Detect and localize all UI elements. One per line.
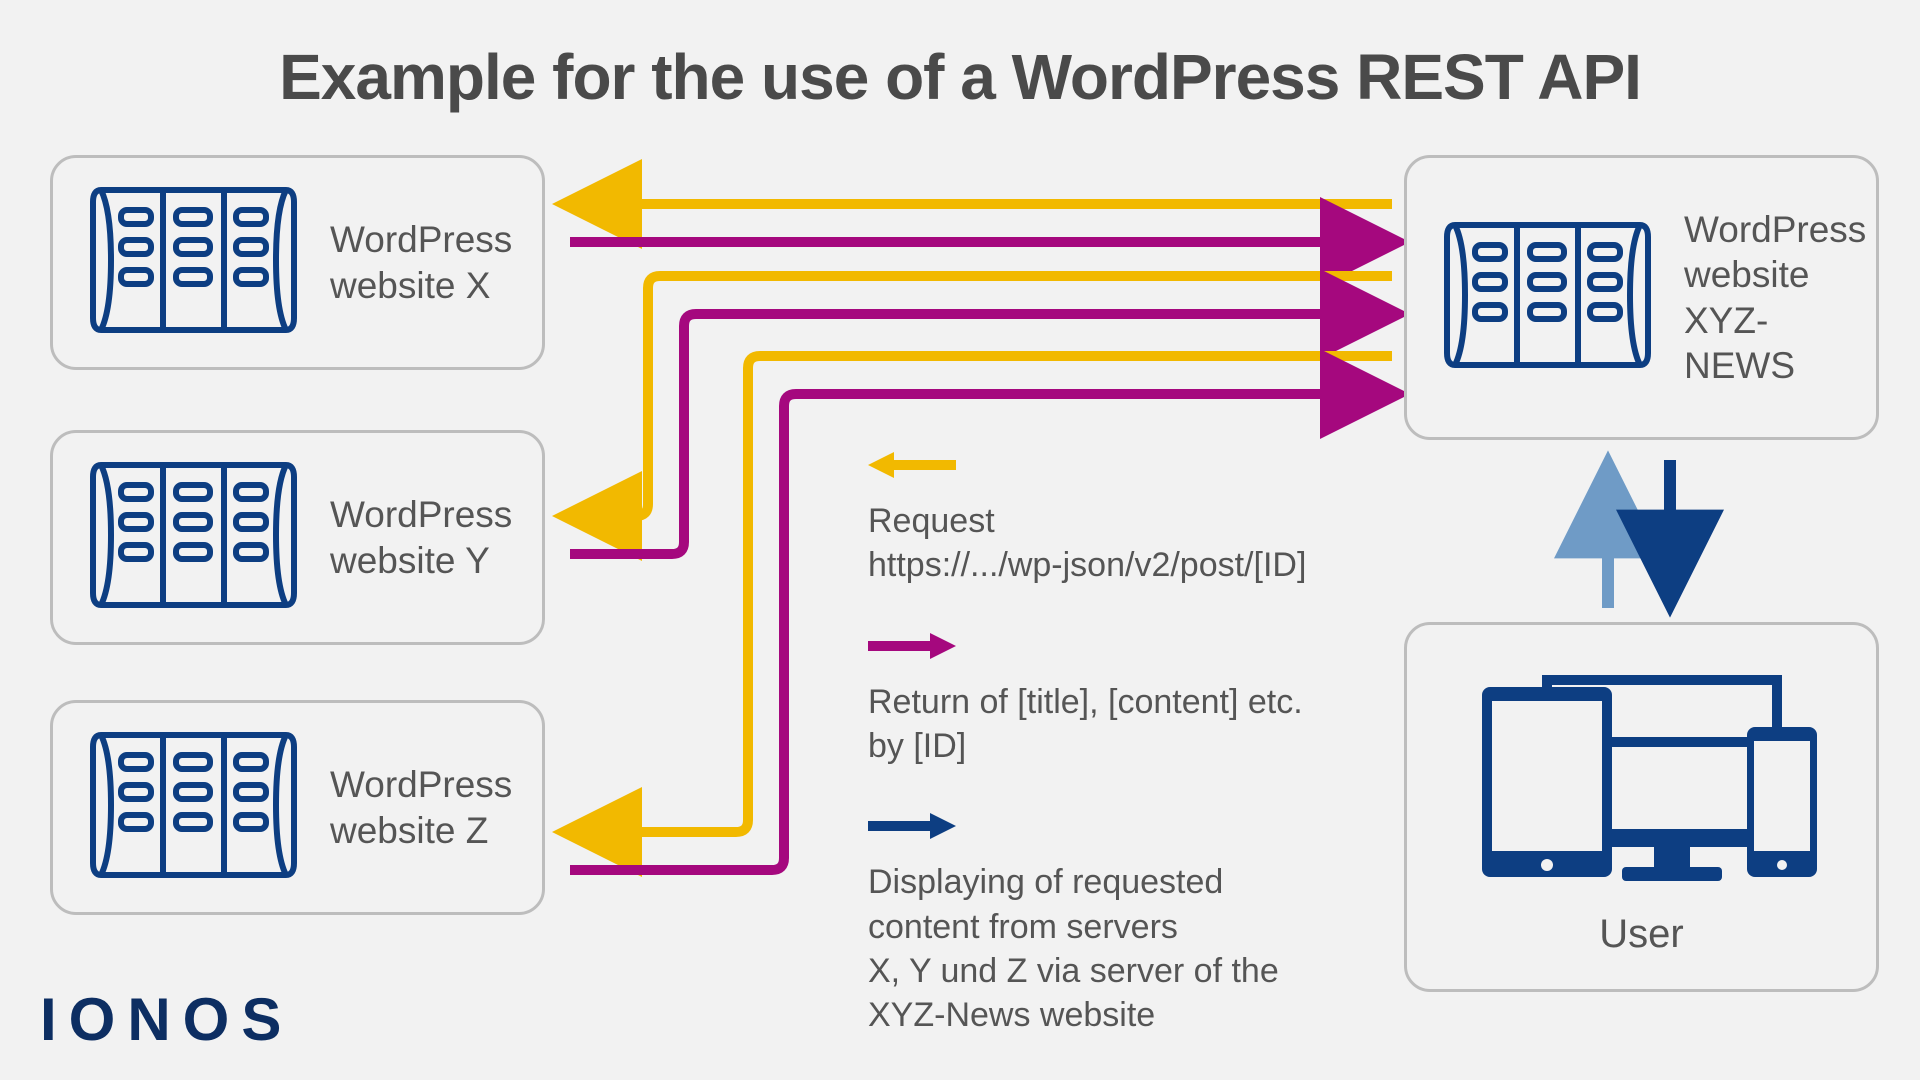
legend-request: Request https://.../wp-json/v2/post/[ID] [868, 445, 1388, 588]
node-label: WordPress website X [330, 217, 514, 307]
server-icon [81, 180, 306, 345]
server-icon [81, 455, 306, 620]
node-wordpress-xyz: WordPress website XYZ-NEWS [1404, 155, 1879, 440]
node-user: User [1404, 622, 1879, 992]
diagram-title: Example for the use of a WordPress REST … [0, 40, 1920, 114]
node-label: WordPress website Y [330, 492, 514, 582]
legend-text: Request https://.../wp-json/v2/post/[ID] [868, 499, 1388, 587]
diagram-canvas: Example for the use of a WordPress REST … [0, 0, 1920, 1080]
node-wordpress-y: WordPress website Y [50, 430, 545, 645]
legend: Request https://.../wp-json/v2/post/[ID]… [868, 445, 1388, 1075]
server-icon [1435, 215, 1660, 380]
legend-return: Return of [title], [content] etc. by [ID… [868, 626, 1388, 769]
node-label: WordPress website Z [330, 762, 514, 852]
node-wordpress-x: WordPress website X [50, 155, 545, 370]
arrow-icon [868, 806, 1388, 850]
arrow-icon [868, 445, 1388, 489]
node-label: WordPress website XYZ-NEWS [1684, 207, 1866, 388]
legend-text: Return of [title], [content] etc. by [ID… [868, 680, 1388, 768]
server-icon [81, 725, 306, 890]
node-label: User [1599, 912, 1683, 957]
brand-logo: IONOS [40, 985, 293, 1054]
devices-icon [1462, 667, 1822, 902]
legend-text: Displaying of requested content from ser… [868, 860, 1388, 1037]
node-wordpress-z: WordPress website Z [50, 700, 545, 915]
arrow-icon [868, 626, 1388, 670]
legend-display: Displaying of requested content from ser… [868, 806, 1388, 1037]
